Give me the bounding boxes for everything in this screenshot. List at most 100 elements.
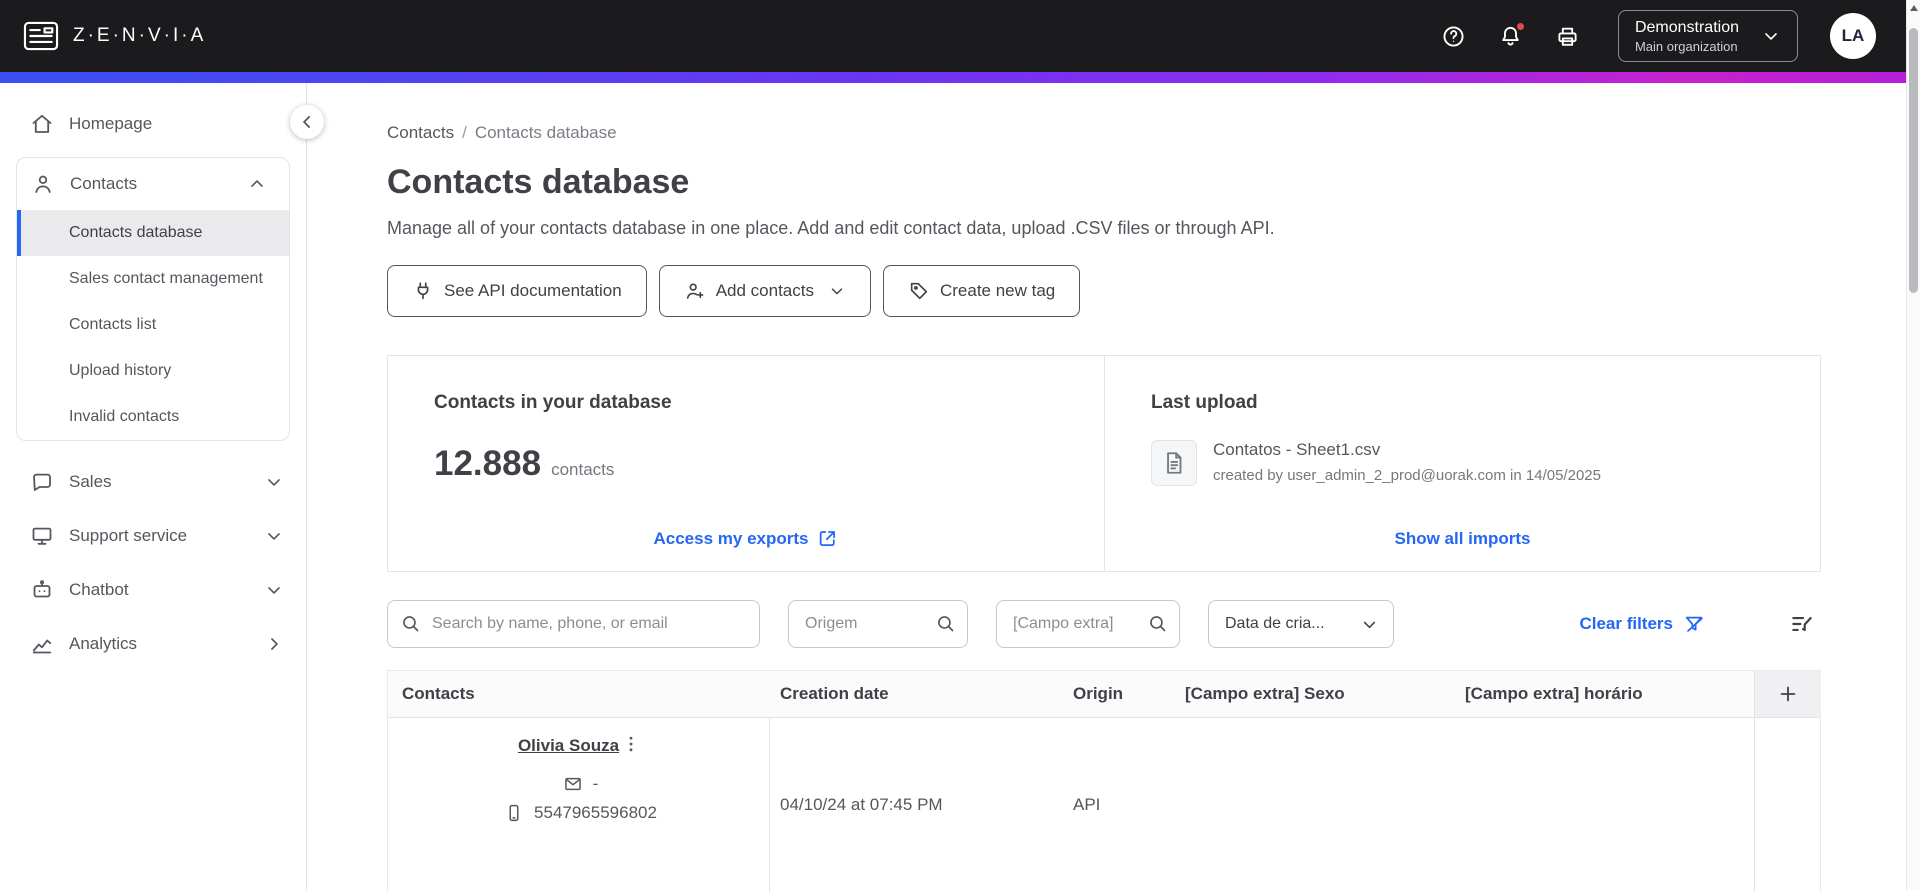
table-header-row: Contacts Creation date Origin [Campo ext… xyxy=(388,671,1821,718)
file-document-icon xyxy=(1151,440,1197,486)
help-icon[interactable] xyxy=(1441,24,1466,49)
contact-email: - xyxy=(563,774,598,794)
summary-cards: Contacts in your database 12.888 contact… xyxy=(387,355,1821,572)
scrollbar-thumb[interactable] xyxy=(1909,28,1918,293)
table-row: Olivia Souza - 5547965596802 04/10/24 at… xyxy=(388,718,1820,892)
card-title: Last upload xyxy=(1151,392,1258,413)
filter-icon[interactable] xyxy=(1789,611,1815,637)
sidebar-item-chatbot[interactable]: Chatbot xyxy=(0,563,306,617)
add-contacts-button[interactable]: Add contacts xyxy=(658,265,871,317)
chevron-down-icon xyxy=(264,580,284,600)
tag-icon xyxy=(908,280,930,302)
contacts-table: Contacts Creation date Origin [Campo ext… xyxy=(387,670,1821,892)
brand-gradient-bar xyxy=(0,72,1920,83)
sales-icon xyxy=(30,470,54,494)
breadcrumb-contacts[interactable]: Contacts xyxy=(387,123,454,143)
sidebar-item-support-service[interactable]: Support service xyxy=(0,509,306,563)
chevron-down-icon xyxy=(264,472,284,492)
user-avatar[interactable]: LA xyxy=(1830,13,1876,59)
access-my-exports-link[interactable]: Access my exports xyxy=(654,528,839,549)
breadcrumb-current[interactable]: Contacts database xyxy=(475,123,617,143)
sidebar-item-label: Upload history xyxy=(69,362,172,379)
sidebar: Homepage Contacts Contacts database Sale… xyxy=(0,83,307,890)
column-header-campo-extra-sexo[interactable]: [Campo extra] Sexo xyxy=(1175,671,1455,717)
organization-name: Demonstration xyxy=(1634,18,1739,36)
add-contact-icon xyxy=(684,280,706,302)
sidebar-item-contacts-list[interactable]: Contacts list xyxy=(17,302,289,348)
breadcrumb-separator: / xyxy=(462,123,467,142)
sidebar-item-homepage[interactable]: Homepage xyxy=(0,97,306,151)
row-menu-icon[interactable] xyxy=(619,732,643,756)
sidebar-item-contacts-database[interactable]: Contacts database xyxy=(17,210,289,256)
column-header-campo-extra-horario[interactable]: [Campo extra] horário xyxy=(1455,671,1754,717)
column-header-origin[interactable]: Origin xyxy=(1063,671,1175,717)
search-input[interactable] xyxy=(387,600,760,648)
campo-extra-horario-cell xyxy=(1455,718,1754,892)
contact-cell: Olivia Souza - 5547965596802 xyxy=(388,718,770,892)
printer-icon[interactable] xyxy=(1555,24,1580,49)
export-icon xyxy=(817,528,838,549)
sidebar-item-analytics[interactable]: Analytics xyxy=(0,617,306,671)
clear-filters-funnel-icon xyxy=(1683,613,1705,635)
file-info: Contatos - Sheet1.csv created by user_ad… xyxy=(1213,440,1601,484)
date-filter-label: Data de cria... xyxy=(1225,615,1325,632)
page-actions: See API documentation Add contacts Creat… xyxy=(387,265,1821,317)
sidebar-item-upload-history[interactable]: Upload history xyxy=(17,348,289,394)
sidebar-item-label: Sales xyxy=(69,472,112,491)
search-icon xyxy=(935,613,956,634)
campo-extra-sexo-cell xyxy=(1175,718,1455,892)
column-header-contacts[interactable]: Contacts xyxy=(388,671,770,717)
topbar: Z·E·N·V·I·A Demonstration Main organizat… xyxy=(0,0,1920,72)
button-label: See API documentation xyxy=(444,281,622,300)
sidebar-item-label: Contacts xyxy=(70,174,138,193)
organization-switcher[interactable]: Demonstration Main organization xyxy=(1617,9,1798,63)
clear-filters-link[interactable]: Clear filters xyxy=(1579,613,1705,635)
sidebar-item-invalid-contacts[interactable]: Invalid contacts xyxy=(17,394,289,440)
creation-date-filter-select[interactable]: Data de cria... xyxy=(1208,600,1394,648)
scrollbar-up-arrow[interactable] xyxy=(1910,5,1918,11)
origin-cell: API xyxy=(1073,795,1101,814)
file-meta: created by user_admin_2_prod@uorak.com i… xyxy=(1213,467,1601,484)
contacts-count-card: Contacts in your database 12.888 contact… xyxy=(388,356,1104,571)
see-api-documentation-button[interactable]: See API documentation xyxy=(387,265,647,317)
organization-subtitle: Main organization xyxy=(1634,39,1738,55)
phone-icon xyxy=(504,803,524,823)
card-title: Contacts in your database xyxy=(434,392,672,413)
search-icon xyxy=(400,613,421,634)
search-field xyxy=(387,600,760,648)
last-upload-file: Contatos - Sheet1.csv created by user_ad… xyxy=(1151,440,1774,486)
sidebar-item-label: Homepage xyxy=(69,114,153,133)
page-title: Contacts database xyxy=(387,163,690,201)
sidebar-item-label: Support service xyxy=(69,526,188,545)
sidebar-item-contacts[interactable]: Contacts xyxy=(17,158,289,210)
support-service-icon xyxy=(30,524,54,548)
sidebar-item-sales-contact-management[interactable]: Sales contact management xyxy=(17,256,289,302)
filters-row: Data de cria... Clear filters xyxy=(387,600,1821,648)
page-subtitle: Manage all of your contacts database in … xyxy=(387,218,1275,238)
link-label: Access my exports xyxy=(653,528,809,548)
page-scrollbar[interactable] xyxy=(1906,0,1920,890)
zenvia-logo-icon xyxy=(22,17,60,55)
create-new-tag-button[interactable]: Create new tag xyxy=(882,265,1081,317)
add-column-body-cell xyxy=(1754,718,1821,892)
notifications-bell-icon[interactable] xyxy=(1498,20,1526,49)
contact-name-link[interactable]: Olivia Souza xyxy=(518,732,619,756)
email-icon xyxy=(563,774,583,794)
show-all-imports-link[interactable]: Show all imports xyxy=(1394,529,1530,549)
chevron-up-icon xyxy=(247,174,267,194)
api-plug-icon xyxy=(412,280,434,302)
chevron-down-icon xyxy=(1761,26,1781,46)
add-column-button[interactable] xyxy=(1754,671,1821,717)
sidebar-collapse-button[interactable] xyxy=(290,105,324,139)
chevron-down-icon xyxy=(264,526,284,546)
zenvia-logo[interactable]: Z·E·N·V·I·A xyxy=(22,17,206,55)
contacts-count-value: 12.888 xyxy=(434,444,542,483)
contact-phone: 5547965596802 xyxy=(504,803,657,823)
topbar-actions: Demonstration Main organization LA xyxy=(1441,9,1876,63)
extra-field-filter xyxy=(996,600,1180,648)
sidebar-item-sales[interactable]: Sales xyxy=(0,455,306,509)
organization-labels: Demonstration Main organization xyxy=(1635,18,1739,54)
column-header-creation-date[interactable]: Creation date xyxy=(770,671,1063,717)
analytics-icon xyxy=(30,632,54,656)
notification-badge xyxy=(1514,20,1526,32)
